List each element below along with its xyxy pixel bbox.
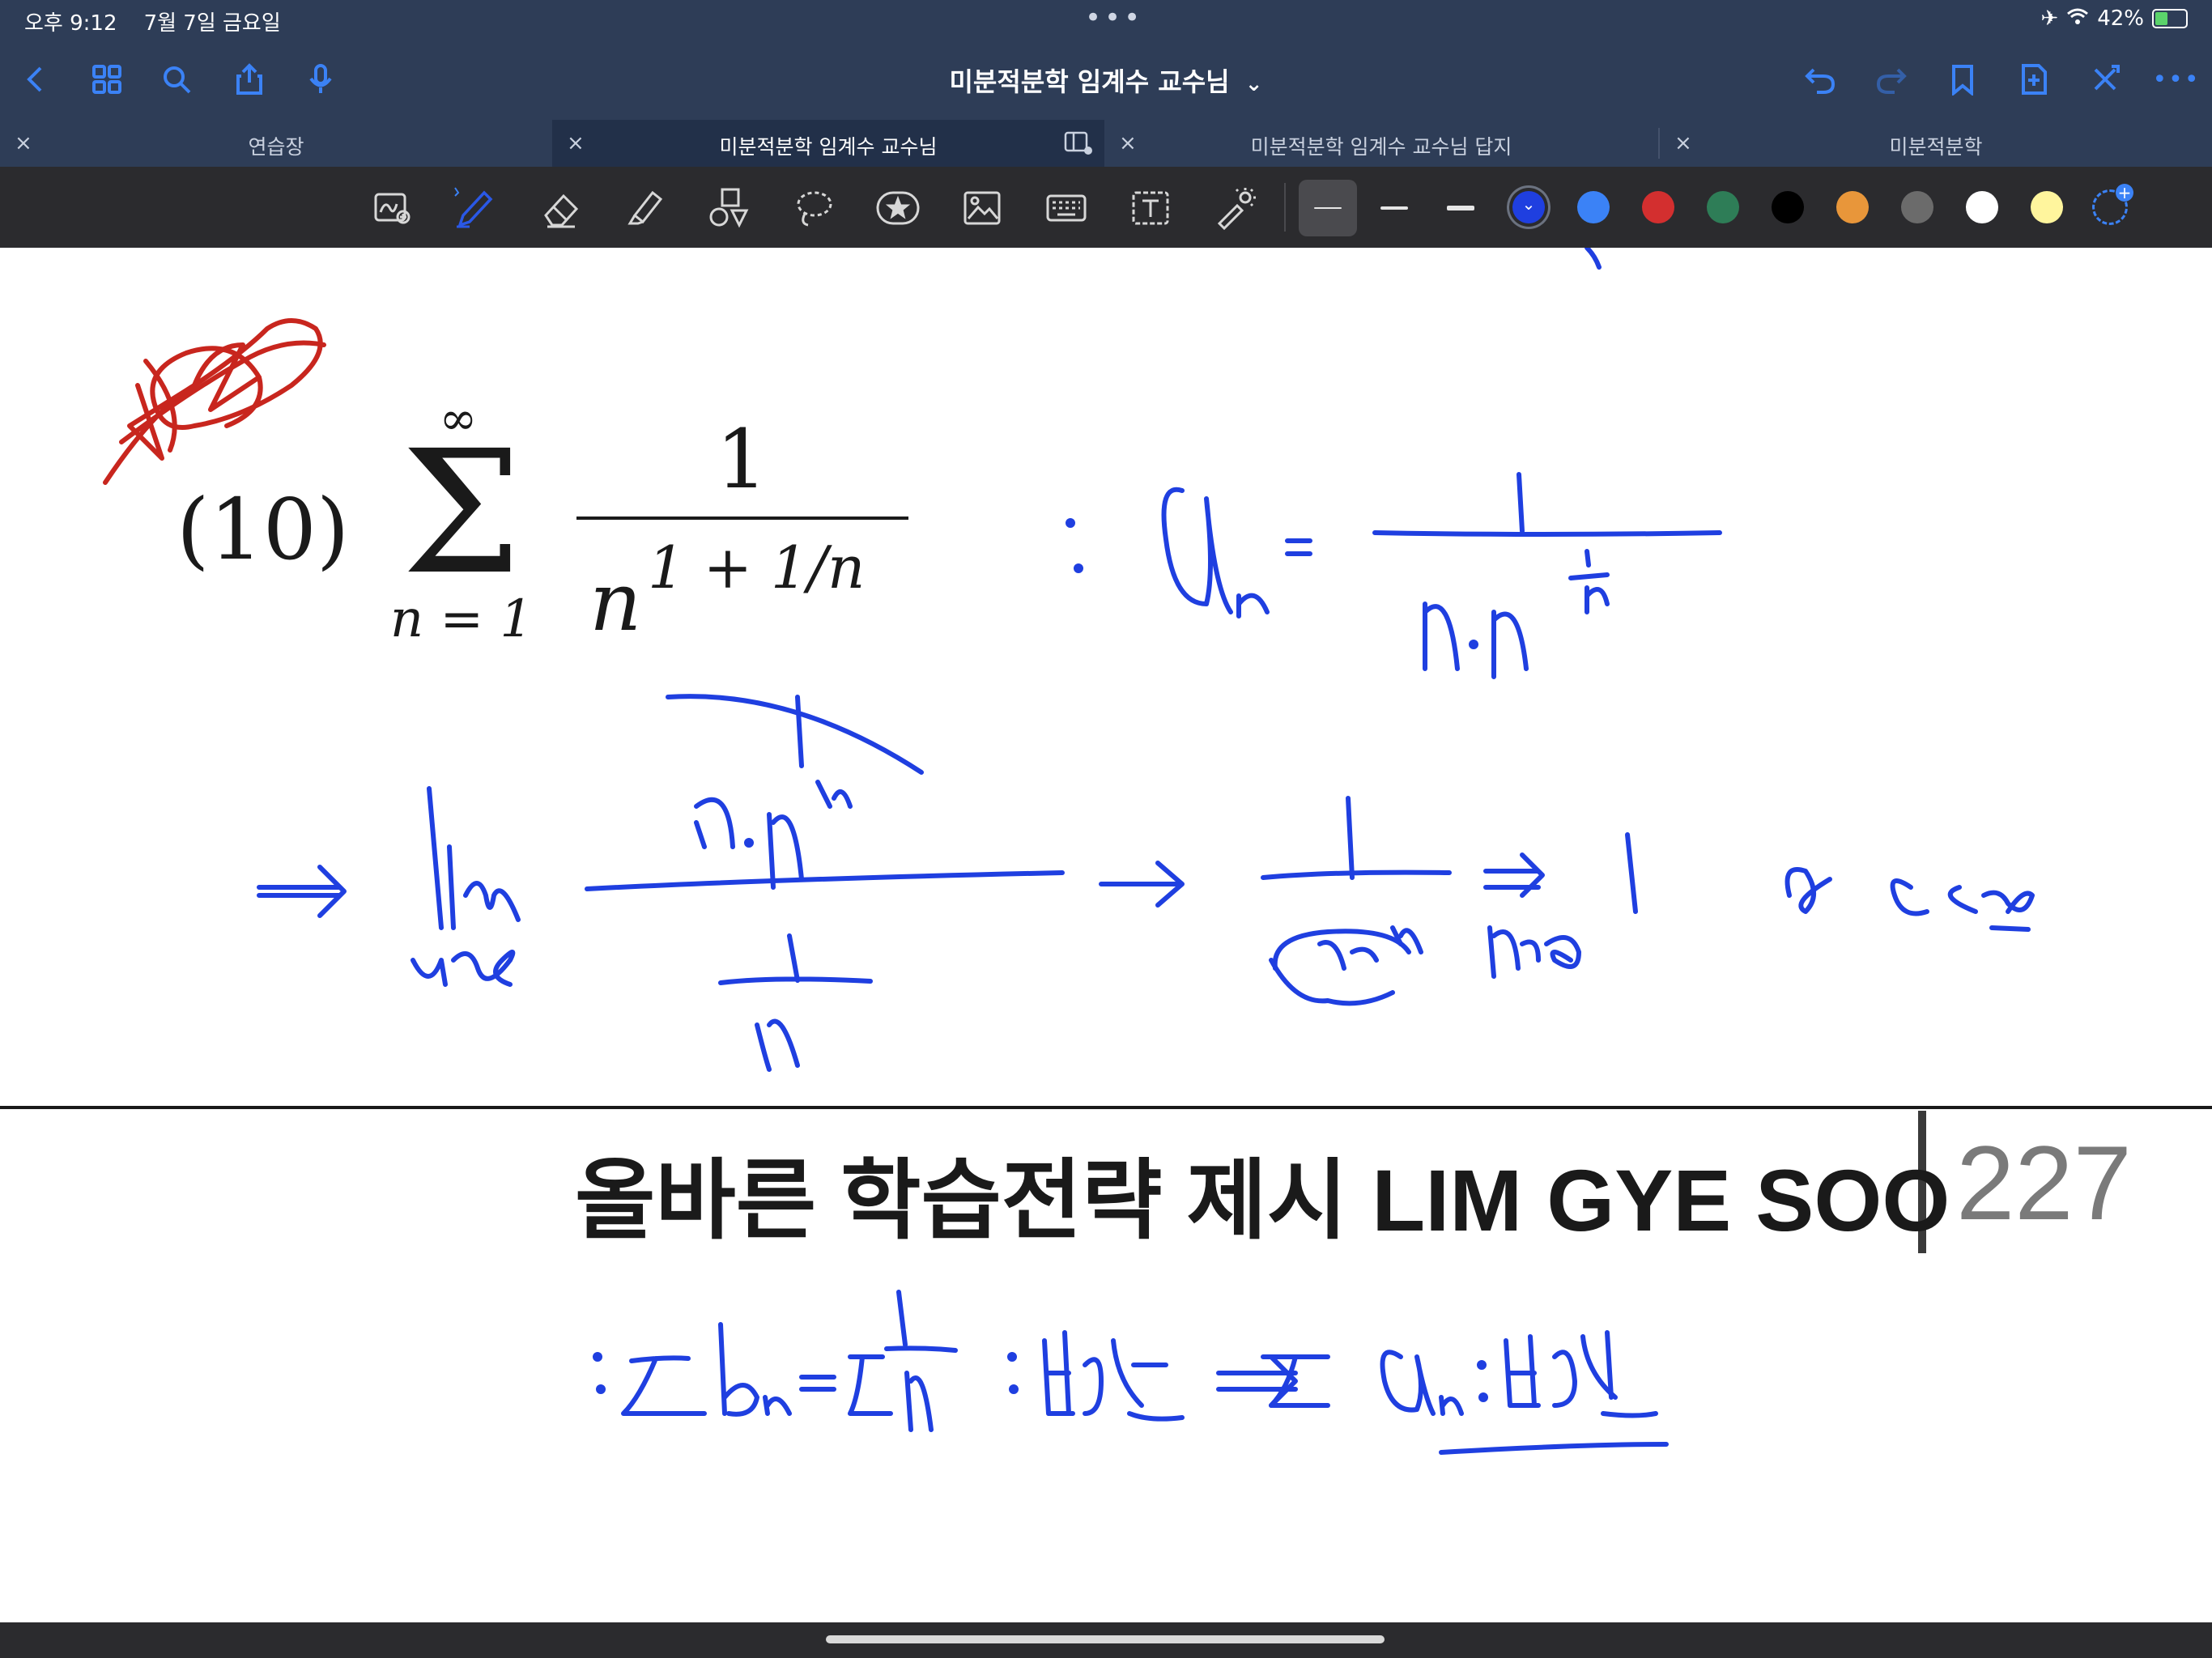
fraction-base: n [589, 555, 641, 649]
status-time-date: 오후 9:12 7월 7일 금요일 [24, 6, 281, 36]
battery-level [2155, 12, 2167, 25]
text-box-icon[interactable] [1127, 185, 1174, 232]
lasso-icon[interactable] [790, 185, 837, 232]
tab-label: 미분적분학 임계수 교수님 [719, 135, 938, 159]
undo-icon[interactable] [1797, 57, 1843, 102]
pen-tool-icon[interactable] [450, 185, 497, 232]
summation-symbol: Σ [402, 414, 521, 612]
home-indicator[interactable] [826, 1635, 1385, 1643]
color-swatch[interactable] [1707, 191, 1739, 223]
tab-calculus[interactable]: × 미분적분학 [1660, 120, 2212, 167]
tab-calculus-answers[interactable]: × 미분적분학 임계수 교수님 답지 [1104, 120, 1658, 167]
wifi-icon [2066, 6, 2089, 31]
color-swatch[interactable] [1966, 191, 1998, 223]
toolbar-divider [1284, 183, 1286, 232]
status-right: ✈ 42% [2040, 6, 2188, 31]
color-swatch[interactable] [1901, 191, 1933, 223]
page-number: 227 [1956, 1124, 2132, 1242]
handwritten-solution [257, 248, 2035, 1455]
chevron-down-icon: ⌄ [1244, 72, 1263, 96]
red-scribble-annotation [103, 318, 326, 485]
problem-number: (10) [177, 480, 349, 579]
add-page-icon[interactable] [2011, 57, 2057, 102]
add-color-button[interactable]: + [2092, 184, 2133, 225]
status-time: 오후 9:12 [24, 11, 117, 36]
color-swatch[interactable]: ⌄ [1512, 191, 1545, 223]
status-bar: 오후 9:12 7월 7일 금요일 ••• ✈ 42% [0, 0, 2212, 39]
battery-icon [2152, 9, 2188, 28]
color-swatch[interactable] [1577, 191, 1610, 223]
stroke-thick-button[interactable] [1431, 180, 1490, 236]
navigation-bar: 미분적분학 임계수 교수님 ⌄ ••• [0, 39, 2212, 120]
page-drawing: (10) ∞ Σ n = 1 1 n 1 + 1/n [0, 248, 2212, 1455]
stroke-medium-button[interactable] [1365, 180, 1423, 236]
chevron-down-icon: ⌄ [1521, 194, 1536, 214]
tab-bar: × 연습장 × 미분적분학 임계수 교수님 × 미분적분학 임계수 교수님 답지… [0, 120, 2212, 167]
battery-percent: 42% [2097, 6, 2144, 31]
tab-label: 연습장 [248, 135, 304, 159]
sticker-icon[interactable] [874, 185, 921, 232]
highlighter-icon[interactable] [622, 185, 669, 232]
eraser-icon[interactable] [538, 185, 585, 232]
sum-lower-limit: n = 1 [390, 589, 533, 649]
split-view-icon[interactable] [1064, 131, 1093, 160]
color-swatch[interactable] [1772, 191, 1804, 223]
tab-practice[interactable]: × 연습장 [0, 120, 552, 167]
footer-branding: 올바른 학습전략 제시 LIM GYE SOO [575, 1151, 1950, 1249]
redo-icon[interactable] [1869, 57, 1914, 102]
color-swatch[interactable] [1836, 191, 1869, 223]
note-page[interactable]: (10) ∞ Σ n = 1 1 n 1 + 1/n 올바른 학습전략 제시 L… [0, 248, 2212, 1622]
bookmark-icon[interactable] [1940, 57, 1985, 102]
shape-recognition-icon[interactable] [369, 185, 416, 232]
shapes-icon[interactable] [706, 185, 753, 232]
tab-label: 미분적분학 [1889, 135, 1983, 159]
more-options-icon[interactable]: ••• [2152, 57, 2199, 102]
laser-pointer-icon[interactable] [1211, 185, 1258, 232]
airplane-icon: ✈ [2040, 6, 2059, 31]
image-icon[interactable] [959, 185, 1006, 232]
document-title-text: 미분적분학 임계수 교수님 [949, 66, 1230, 97]
keyboard-icon[interactable] [1043, 185, 1090, 232]
tab-calculus-professor[interactable]: × 미분적분학 임계수 교수님 [552, 120, 1104, 167]
home-indicator-bar [0, 1622, 2212, 1658]
drawing-toolbar: ⌄ + [0, 167, 2212, 248]
color-swatch[interactable] [2031, 191, 2063, 223]
status-date: 7월 7일 금요일 [143, 11, 281, 36]
tab-label: 미분적분학 임계수 교수님 답지 [1250, 135, 1512, 159]
plus-icon: + [2116, 184, 2133, 202]
multitasking-dots-icon[interactable]: ••• [1085, 2, 1143, 34]
fraction-exponent: 1 + 1/n [648, 534, 865, 602]
fraction-numerator: 1 [716, 412, 768, 507]
close-edit-icon[interactable] [2082, 57, 2128, 102]
color-swatch[interactable] [1642, 191, 1674, 223]
stroke-thin-button[interactable] [1299, 180, 1357, 236]
